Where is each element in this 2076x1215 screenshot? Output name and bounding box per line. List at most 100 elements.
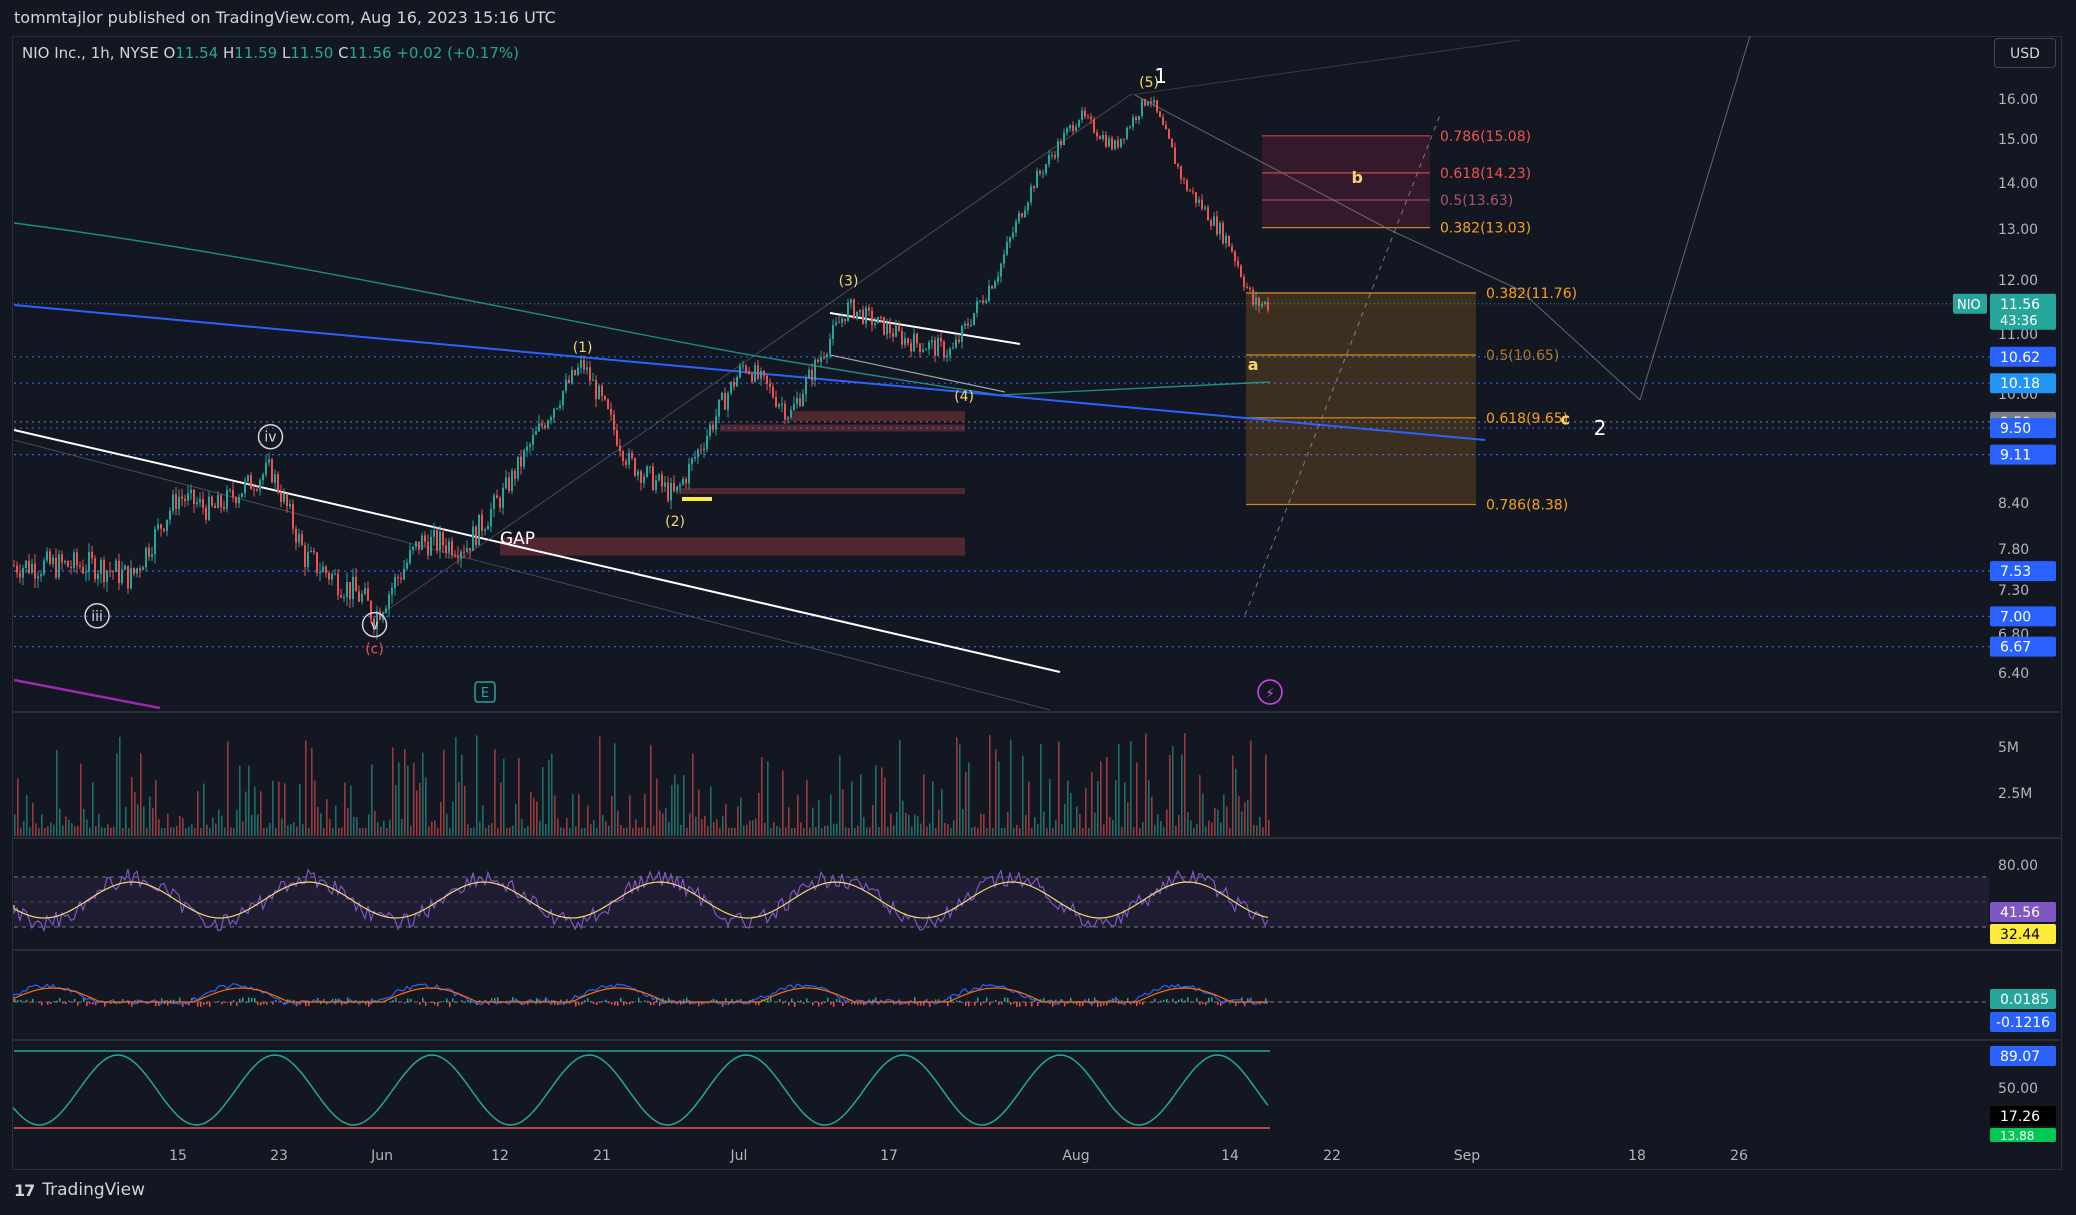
volume-bar <box>1076 806 1078 836</box>
fib-up-label-1: 0.618(14.23) <box>1440 166 1531 182</box>
volume-bar <box>809 827 811 836</box>
candle-body <box>1180 166 1182 180</box>
candle-body <box>364 588 366 595</box>
chart-canvas[interactable]: 0.382(11.76) 0.5(10.65) 0.618(9.65) 0.786(8… <box>0 0 2076 1215</box>
candle-body <box>223 507 225 509</box>
price-badge-text-5: 7.53 <box>2000 564 2031 580</box>
candle-body <box>994 281 996 289</box>
flag-line-top <box>829 312 1021 345</box>
volume-bar <box>518 758 520 836</box>
macd-hist <box>1268 1001 1270 1002</box>
volume-bar <box>770 827 772 836</box>
volume-bar <box>32 802 34 836</box>
candle-body <box>694 456 696 459</box>
candle-body <box>709 424 711 436</box>
volume-bar <box>110 827 112 836</box>
x-tick-10: Sep <box>1454 1148 1481 1164</box>
macd-hist <box>266 1002 268 1005</box>
volume-bar <box>833 823 835 836</box>
candle-body <box>1156 100 1158 112</box>
volume-bar <box>1223 794 1225 836</box>
candle-body <box>598 385 600 400</box>
volume-bar <box>746 824 748 836</box>
volume-bar <box>572 794 574 836</box>
wave-label-1: (2) <box>665 514 685 530</box>
volume-bar <box>1232 755 1234 836</box>
gap-zone-3 <box>720 424 965 432</box>
volume-bar <box>1109 817 1111 836</box>
macd-hist <box>770 998 772 1002</box>
candle-body <box>682 479 684 485</box>
candle-body <box>673 482 675 492</box>
macd-hist <box>581 1002 583 1005</box>
candle-body <box>1069 125 1071 129</box>
volume-bar <box>185 827 187 836</box>
volume-bar <box>95 826 97 836</box>
candle-body <box>976 301 978 313</box>
volume-bar <box>236 809 238 836</box>
volume-bar <box>824 825 826 836</box>
volume-bar <box>113 826 115 836</box>
volume-bar <box>797 794 799 836</box>
candle-body <box>1015 221 1017 233</box>
volume-bar <box>968 762 970 836</box>
candle-body <box>316 552 318 573</box>
rsi-value: 41.56 <box>2000 905 2040 921</box>
candle-body <box>1168 129 1170 139</box>
candle-body <box>1081 110 1083 120</box>
volume-bar <box>68 819 70 836</box>
macd-hist <box>791 998 793 1002</box>
volume-bar <box>329 819 331 836</box>
volume-bar <box>950 827 952 836</box>
symbol-legend: NIO Inc., 1h, NYSE O11.54 H11.59 L11.50 … <box>22 44 519 62</box>
candle-body <box>790 410 792 418</box>
candle-body <box>763 370 765 376</box>
candle-body <box>289 504 291 507</box>
candle-body <box>1246 286 1248 288</box>
currency-button[interactable]: USD <box>1994 38 2056 68</box>
candle-body <box>235 497 237 504</box>
candle-body <box>34 563 36 579</box>
candle-body <box>943 341 945 358</box>
macd-hist <box>86 1002 88 1007</box>
volume-bar <box>1265 754 1267 836</box>
candle-body <box>586 367 588 370</box>
candle-body <box>775 397 777 407</box>
candle-body <box>886 323 888 335</box>
candle-body <box>331 574 333 580</box>
volume-bar <box>128 827 130 836</box>
candle-body <box>823 356 825 358</box>
macd-hist <box>395 997 397 1002</box>
candle-body <box>304 545 306 568</box>
candle-body <box>328 573 330 580</box>
volume-bar <box>215 823 217 836</box>
macd-hist <box>41 1002 43 1006</box>
volume-bar <box>953 820 955 836</box>
candle-body <box>451 541 453 556</box>
volume-bar <box>134 792 136 836</box>
candle-body <box>397 576 399 579</box>
close-value: 11.56 <box>348 44 392 62</box>
volume-bar <box>899 739 901 836</box>
candle-body <box>739 366 741 378</box>
candle-body <box>721 392 723 400</box>
candle-body <box>1084 110 1086 117</box>
volume-bar <box>533 797 535 836</box>
candle-body <box>1258 297 1260 307</box>
candle-body <box>295 528 297 543</box>
candle-body <box>1207 207 1209 221</box>
volume-bar <box>1235 768 1237 836</box>
candle-body <box>958 339 960 342</box>
volume-bar <box>1073 827 1075 836</box>
macd-hist <box>1004 997 1006 1002</box>
candle-body <box>640 471 642 483</box>
candle-body <box>406 562 408 569</box>
volume-bar <box>353 816 355 836</box>
macd-hist <box>620 997 622 1002</box>
macd-hist <box>32 998 34 1002</box>
macd-hist <box>470 999 472 1002</box>
candle-body <box>868 307 870 311</box>
candle-body <box>1162 117 1164 125</box>
candle-body <box>922 349 924 352</box>
candle-body <box>436 529 438 551</box>
